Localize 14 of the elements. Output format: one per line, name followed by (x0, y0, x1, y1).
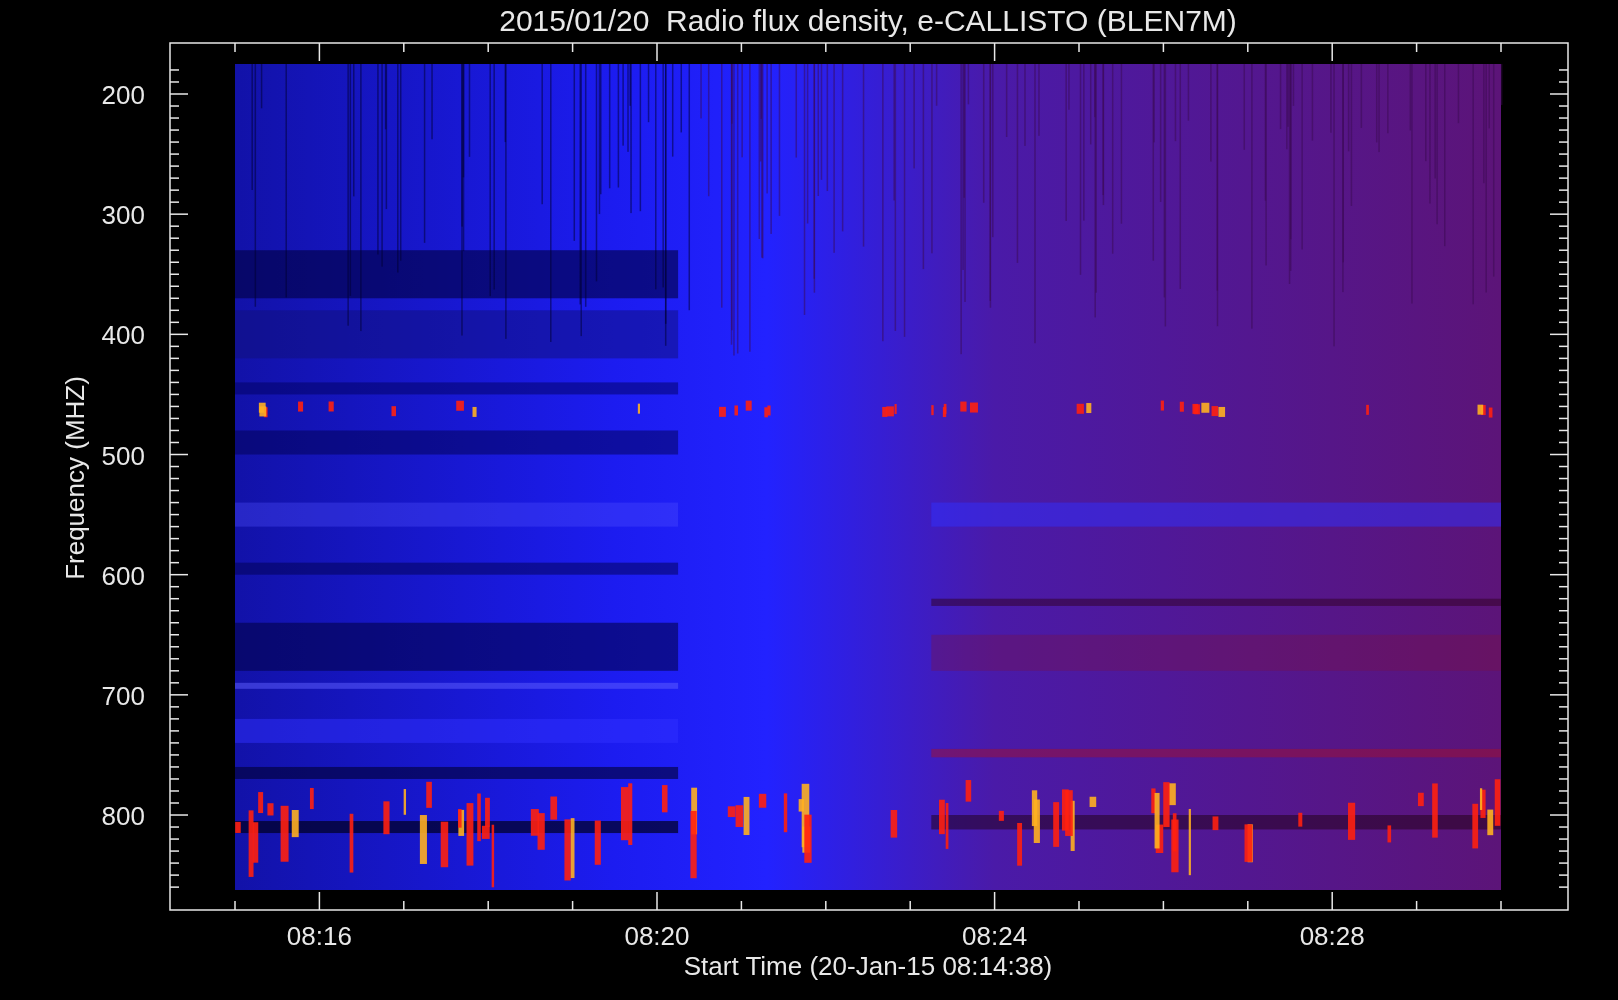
axis-label: Start Time (20-Jan-15 08:14:38) (683, 951, 1053, 981)
tick-label: 800 (101, 801, 145, 831)
tick-label: 600 (101, 560, 145, 591)
plot-title: 2015/01/20 Radio flux density, e-CALLISTO (BLEN7M) (499, 4, 1237, 37)
tick-label: 08:28 (1299, 921, 1365, 951)
axis-label: Frequency (MHZ) (60, 376, 90, 580)
tick-label: 08:16 (286, 921, 352, 951)
tick-label: 200 (101, 80, 145, 110)
tick-label: 700 (101, 680, 145, 711)
tick-label: 300 (101, 200, 145, 231)
tick-label: 400 (101, 320, 145, 351)
tick-label: 08:20 (624, 921, 690, 951)
tick-label: 08:24 (962, 921, 1028, 951)
tick-label: 500 (101, 440, 145, 471)
